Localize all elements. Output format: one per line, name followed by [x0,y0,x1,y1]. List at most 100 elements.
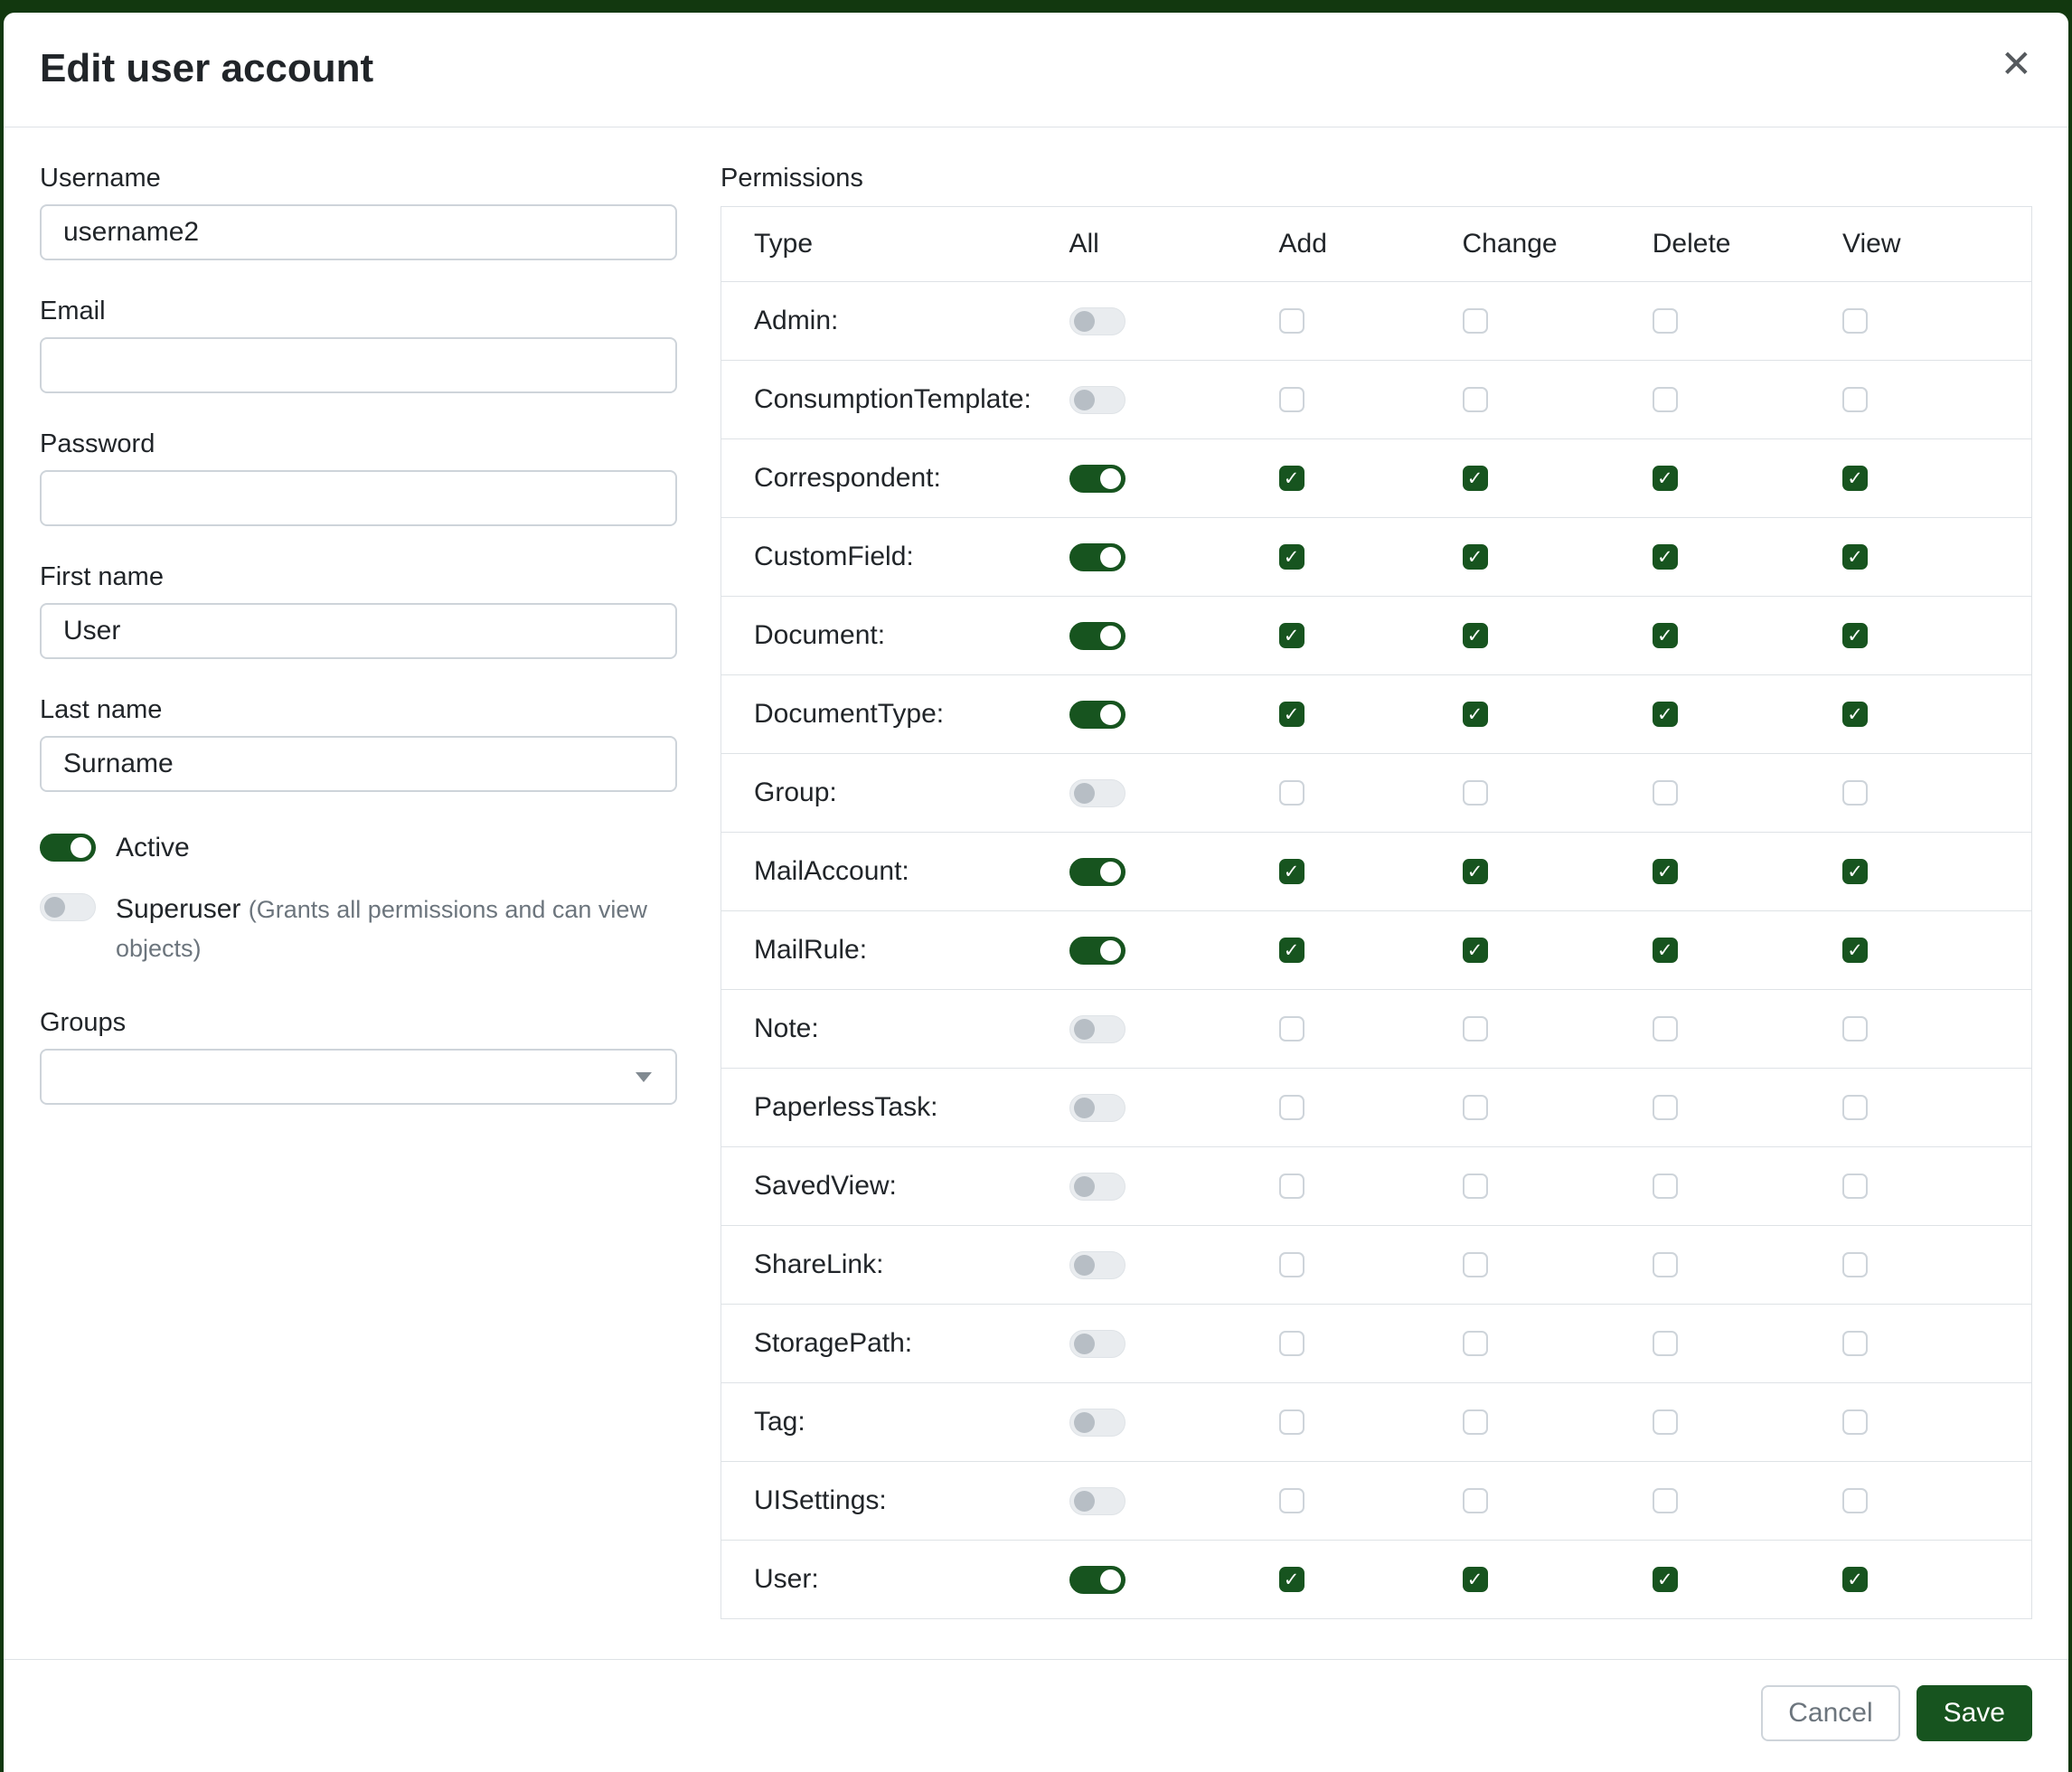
email-field[interactable] [40,337,677,393]
perm-add-checkbox[interactable] [1279,387,1304,412]
perm-delete-checkbox[interactable] [1653,1095,1678,1120]
groups-select[interactable] [40,1049,677,1105]
perm-all-toggle[interactable] [1069,1487,1125,1515]
perm-view-checkbox[interactable] [1842,1016,1868,1042]
perm-all-toggle[interactable] [1069,1094,1125,1122]
perm-change-checkbox[interactable] [1463,702,1488,727]
perm-add-checkbox[interactable] [1279,1252,1304,1277]
perm-delete-checkbox[interactable] [1653,308,1678,334]
perm-change-checkbox[interactable] [1463,1252,1488,1277]
perm-add-checkbox[interactable] [1279,308,1304,334]
perm-delete-checkbox[interactable] [1653,466,1678,491]
edit-user-modal: Edit user account ✕ Username Email Passw… [4,13,2068,1772]
perm-all-toggle[interactable] [1069,1251,1125,1279]
perm-all-toggle[interactable] [1069,701,1125,729]
perm-add-checkbox[interactable] [1279,780,1304,806]
perm-change-checkbox[interactable] [1463,1331,1488,1356]
perm-view-checkbox[interactable] [1842,1488,1868,1513]
perm-all-toggle[interactable] [1069,779,1125,807]
active-toggle[interactable] [40,834,96,862]
perm-add-checkbox[interactable] [1279,544,1304,570]
perm-all-toggle[interactable] [1069,465,1125,493]
perm-add-checkbox[interactable] [1279,859,1304,884]
perm-change-checkbox[interactable] [1463,466,1488,491]
perm-view-checkbox[interactable] [1842,544,1868,570]
perm-all-toggle[interactable] [1069,1409,1125,1437]
perm-view-checkbox[interactable] [1842,859,1868,884]
perm-view-checkbox[interactable] [1842,1095,1868,1120]
perm-all-toggle[interactable] [1069,1015,1125,1043]
perm-add-checkbox[interactable] [1279,702,1304,727]
perm-add-checkbox[interactable] [1279,1331,1304,1356]
username-field[interactable] [40,204,677,260]
perm-view-checkbox[interactable] [1842,623,1868,648]
perm-delete-checkbox[interactable] [1653,387,1678,412]
superuser-toggle[interactable] [40,893,96,921]
perm-add-checkbox[interactable] [1279,623,1304,648]
perm-delete-checkbox[interactable] [1653,1331,1678,1356]
perm-delete-checkbox[interactable] [1653,1567,1678,1592]
password-label: Password [40,429,677,459]
perm-all-toggle[interactable] [1069,1566,1125,1594]
email-group: Email [40,297,677,393]
perm-delete-checkbox[interactable] [1653,938,1678,963]
perm-all-toggle[interactable] [1069,622,1125,650]
perm-all-toggle[interactable] [1069,937,1125,965]
perm-add-checkbox[interactable] [1279,1016,1304,1042]
perm-delete-checkbox[interactable] [1653,780,1678,806]
save-button[interactable]: Save [1917,1685,2032,1741]
perm-change-checkbox[interactable] [1463,1488,1488,1513]
perm-view-checkbox[interactable] [1842,938,1868,963]
perm-add-checkbox[interactable] [1279,1567,1304,1592]
perm-view-checkbox[interactable] [1842,1331,1868,1356]
perm-change-checkbox[interactable] [1463,1567,1488,1592]
perm-view-checkbox[interactable] [1842,780,1868,806]
perm-all-toggle[interactable] [1069,307,1125,335]
perm-view-checkbox[interactable] [1842,308,1868,334]
first-name-field[interactable] [40,603,677,659]
perm-all-toggle[interactable] [1069,543,1125,571]
perm-change-checkbox[interactable] [1463,780,1488,806]
perm-view-checkbox[interactable] [1842,466,1868,491]
perm-all-toggle[interactable] [1069,1173,1125,1201]
perm-view-checkbox[interactable] [1842,387,1868,412]
perm-delete-checkbox[interactable] [1653,702,1678,727]
cancel-button[interactable]: Cancel [1761,1685,1899,1741]
last-name-label: Last name [40,695,677,725]
perm-delete-checkbox[interactable] [1653,1409,1678,1435]
perm-change-checkbox[interactable] [1463,544,1488,570]
perm-change-checkbox[interactable] [1463,308,1488,334]
perm-view-checkbox[interactable] [1842,1409,1868,1435]
perm-add-checkbox[interactable] [1279,1409,1304,1435]
perm-change-checkbox[interactable] [1463,623,1488,648]
perm-delete-checkbox[interactable] [1653,1488,1678,1513]
perm-change-checkbox[interactable] [1463,938,1488,963]
close-icon[interactable]: ✕ [2001,45,2032,83]
perm-change-checkbox[interactable] [1463,387,1488,412]
perm-delete-checkbox[interactable] [1653,859,1678,884]
perm-all-toggle[interactable] [1069,386,1125,414]
perm-all-toggle[interactable] [1069,1330,1125,1358]
perm-add-checkbox[interactable] [1279,466,1304,491]
perm-delete-checkbox[interactable] [1653,1173,1678,1199]
perm-delete-checkbox[interactable] [1653,1252,1678,1277]
last-name-field[interactable] [40,736,677,792]
perm-view-checkbox[interactable] [1842,1252,1868,1277]
perm-view-checkbox[interactable] [1842,702,1868,727]
perm-all-toggle[interactable] [1069,858,1125,886]
perm-view-checkbox[interactable] [1842,1567,1868,1592]
perm-add-checkbox[interactable] [1279,1095,1304,1120]
perm-delete-checkbox[interactable] [1653,544,1678,570]
perm-add-checkbox[interactable] [1279,1173,1304,1199]
perm-delete-checkbox[interactable] [1653,1016,1678,1042]
perm-change-checkbox[interactable] [1463,1095,1488,1120]
perm-change-checkbox[interactable] [1463,859,1488,884]
perm-change-checkbox[interactable] [1463,1173,1488,1199]
perm-change-checkbox[interactable] [1463,1016,1488,1042]
password-field[interactable] [40,470,677,526]
perm-change-checkbox[interactable] [1463,1409,1488,1435]
perm-delete-checkbox[interactable] [1653,623,1678,648]
perm-view-checkbox[interactable] [1842,1173,1868,1199]
perm-add-checkbox[interactable] [1279,1488,1304,1513]
perm-add-checkbox[interactable] [1279,938,1304,963]
